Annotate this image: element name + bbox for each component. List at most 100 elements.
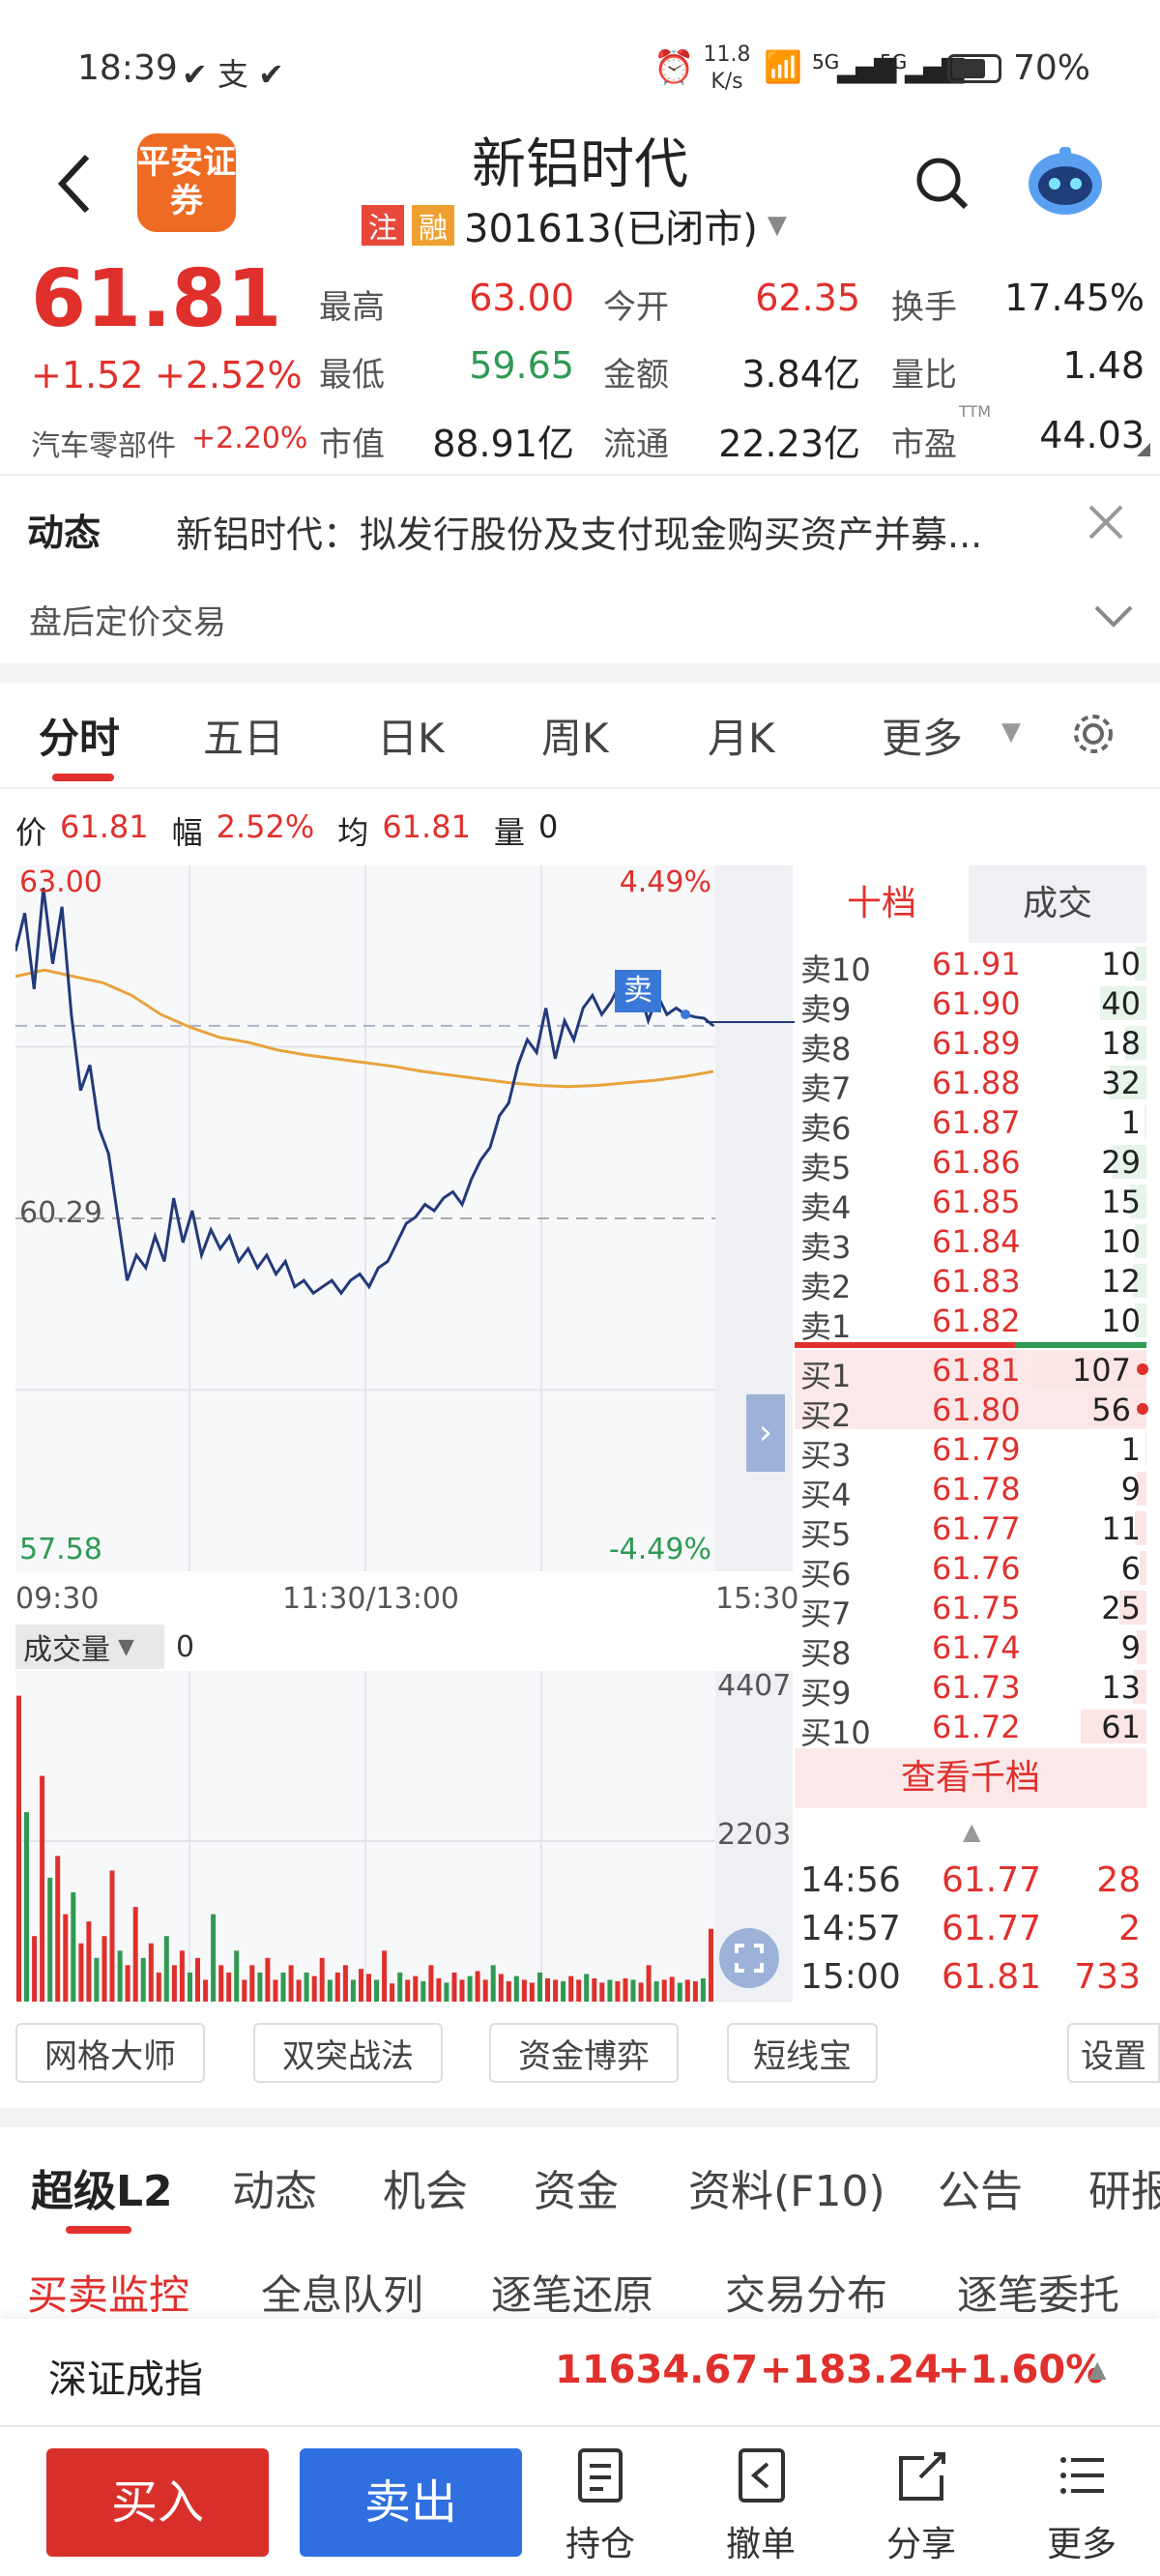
volume-bar	[171, 1965, 177, 2002]
tab-ten-levels[interactable]: 十档	[795, 865, 969, 943]
volume-chart[interactable]	[15, 1671, 715, 2002]
tab-capital[interactable]: 资金	[534, 2156, 619, 2218]
tab-opportunity[interactable]: 机会	[383, 2156, 468, 2218]
bid-row[interactable]: 买4 61.78 9	[795, 1469, 1150, 1513]
bid-row[interactable]: 买1 61.81 107	[795, 1350, 1150, 1394]
turnover-value: 17.45%	[1004, 277, 1145, 319]
chevron-down-icon[interactable]	[1092, 601, 1135, 630]
expand-up-icon[interactable]: ▲	[1088, 2356, 1106, 2383]
high-value: 63.00	[469, 277, 574, 319]
tab-intraday[interactable]: 分时	[39, 706, 120, 765]
bid-price: 61.78	[932, 1471, 1021, 1508]
tab-news[interactable]: 动态	[232, 2156, 317, 2218]
tab-research[interactable]: 研报	[1088, 2156, 1160, 2214]
tool-double-break[interactable]: 双突战法	[253, 2023, 443, 2083]
subtab-tick-restore[interactable]: 逐笔还原	[491, 2263, 653, 2322]
tab-weekly-k[interactable]: 周K	[541, 706, 609, 765]
volume-ratio-value: 1.48	[1062, 344, 1145, 387]
volume-bar	[584, 1974, 590, 2002]
subtab-tick-orders[interactable]: 逐笔委托	[957, 2263, 1119, 2322]
tab-five-day[interactable]: 五日	[203, 706, 284, 765]
sell-marker[interactable]: 卖	[615, 970, 661, 1012]
section-gap	[0, 663, 1160, 683]
ask-price: 61.87	[932, 1104, 1021, 1141]
tab-announcements[interactable]: 公告	[938, 2156, 1023, 2218]
volume-bar	[327, 1979, 333, 2002]
ask-row[interactable]: 卖1 61.82 10	[795, 1301, 1150, 1345]
tool-short-term[interactable]: 短线宝	[727, 2023, 878, 2083]
info-price: 61.81	[60, 808, 149, 845]
volume-bar	[607, 1979, 613, 2002]
index-ticker[interactable]: 深证成指 11634.67 +183.24 +1.60% ▲	[0, 2319, 1160, 2425]
close-icon[interactable]	[1085, 501, 1127, 543]
bid-row[interactable]: 买3 61.79 1	[795, 1429, 1150, 1474]
nav-more[interactable]: 更多	[1029, 2446, 1135, 2564]
scroll-up-icon[interactable]: ▲	[963, 1818, 980, 1845]
ask-price: 61.90	[932, 985, 1021, 1022]
expand-orderbook-icon[interactable]: ›	[746, 1394, 785, 1472]
volume-bar	[444, 1982, 450, 2002]
bid-row[interactable]: 买8 61.74 9	[795, 1627, 1150, 1672]
tool-settings[interactable]: 设置	[1067, 2023, 1160, 2083]
tab-profile-f10[interactable]: 资料(F10)	[688, 2156, 885, 2218]
tool-fund-game[interactable]: 资金博弈	[489, 2023, 679, 2083]
ask-row[interactable]: 卖7 61.88 32	[795, 1063, 1150, 1107]
gear-icon[interactable]	[1069, 710, 1117, 758]
volume-bar	[661, 1979, 667, 2002]
divider	[0, 2425, 1160, 2427]
bid-row[interactable]: 买9 61.73 13	[795, 1667, 1150, 1712]
subtab-trade-monitor[interactable]: 买卖监控	[27, 2263, 189, 2322]
ask-row[interactable]: 卖6 61.87 1	[795, 1102, 1150, 1147]
volume-indicator-selector[interactable]: 成交量 ▼	[15, 1625, 164, 1669]
bid-row[interactable]: 买10 61.72 61	[795, 1707, 1150, 1751]
after-hours-label[interactable]: 盘后定价交易	[29, 596, 226, 643]
tab-monthly-k[interactable]: 月K	[708, 706, 775, 765]
ask-volume: 10	[1101, 1303, 1141, 1339]
news-headline[interactable]: 新铝时代：拟发行股份及支付现金购买资产并募...	[176, 505, 1075, 558]
stock-code-row[interactable]: 注 融 301613(已闭市) ▼	[362, 203, 787, 251]
nav-cancel-order[interactable]: 撤单	[708, 2446, 814, 2564]
ask-row[interactable]: 卖2 61.83 12	[795, 1261, 1150, 1305]
bid-row[interactable]: 买6 61.76 6	[795, 1548, 1150, 1593]
ask-row[interactable]: 卖9 61.90 40	[795, 983, 1150, 1028]
tool-grid-master[interactable]: 网格大师	[15, 2023, 205, 2083]
bid-row[interactable]: 买7 61.75 25	[795, 1588, 1150, 1632]
view-thousand-levels-button[interactable]: 查看千档	[795, 1748, 1146, 1808]
bid-row[interactable]: 买5 61.77 11	[795, 1508, 1150, 1553]
tab-trades[interactable]: 成交	[969, 865, 1146, 943]
y-mid-label: 60.29	[19, 1196, 102, 1230]
volume-bar	[140, 1957, 146, 2002]
sell-button[interactable]: 卖出	[300, 2448, 522, 2557]
sector-name[interactable]: 汽车零部件	[31, 422, 176, 464]
robot-icon[interactable]	[1025, 145, 1106, 219]
price-change-pct: +2.52%	[155, 354, 303, 396]
fullscreen-icon[interactable]	[719, 1928, 779, 1988]
nav-position[interactable]: 持仓	[547, 2446, 653, 2564]
ask-row[interactable]: 卖8 61.89 18	[795, 1023, 1150, 1068]
bid-volume: 13	[1101, 1669, 1141, 1706]
ask-row[interactable]: 卖4 61.85 15	[795, 1182, 1150, 1226]
volume-bar	[428, 1965, 434, 2002]
y-max-pct-label: 4.49%	[619, 865, 711, 899]
bid-row[interactable]: 买2 61.80 56	[795, 1390, 1150, 1434]
corner-expand-icon[interactable]	[1137, 443, 1150, 456]
nav-share[interactable]: 分享	[868, 2446, 974, 2564]
ask-volume: 10	[1101, 946, 1141, 982]
ask-price: 61.84	[932, 1223, 1021, 1260]
signal-2-label: 5G	[880, 50, 908, 73]
ask-row[interactable]: 卖3 61.84 10	[795, 1221, 1150, 1266]
bid-price: 61.74	[932, 1629, 1021, 1666]
price-chart[interactable]: 63.00 60.29 57.58 4.49% -4.49% 卖	[15, 865, 715, 1571]
ask-row[interactable]: 卖10 61.91 10	[795, 944, 1150, 988]
index-value: 11634.67	[555, 2348, 759, 2392]
buy-button[interactable]: 买入	[46, 2448, 269, 2557]
tab-more[interactable]: 更多	[882, 706, 963, 765]
ask-row[interactable]: 卖5 61.86 29	[795, 1142, 1150, 1186]
market-cap-label: 市值	[319, 425, 385, 464]
tab-daily-k[interactable]: 日K	[377, 706, 445, 765]
tab-super-l2[interactable]: 超级L2	[31, 2156, 173, 2218]
subtab-queue[interactable]: 全息队列	[261, 2263, 423, 2322]
search-icon[interactable]	[914, 155, 972, 213]
subtab-trade-distribution[interactable]: 交易分布	[725, 2263, 887, 2322]
tag-margin: 融	[412, 205, 454, 246]
